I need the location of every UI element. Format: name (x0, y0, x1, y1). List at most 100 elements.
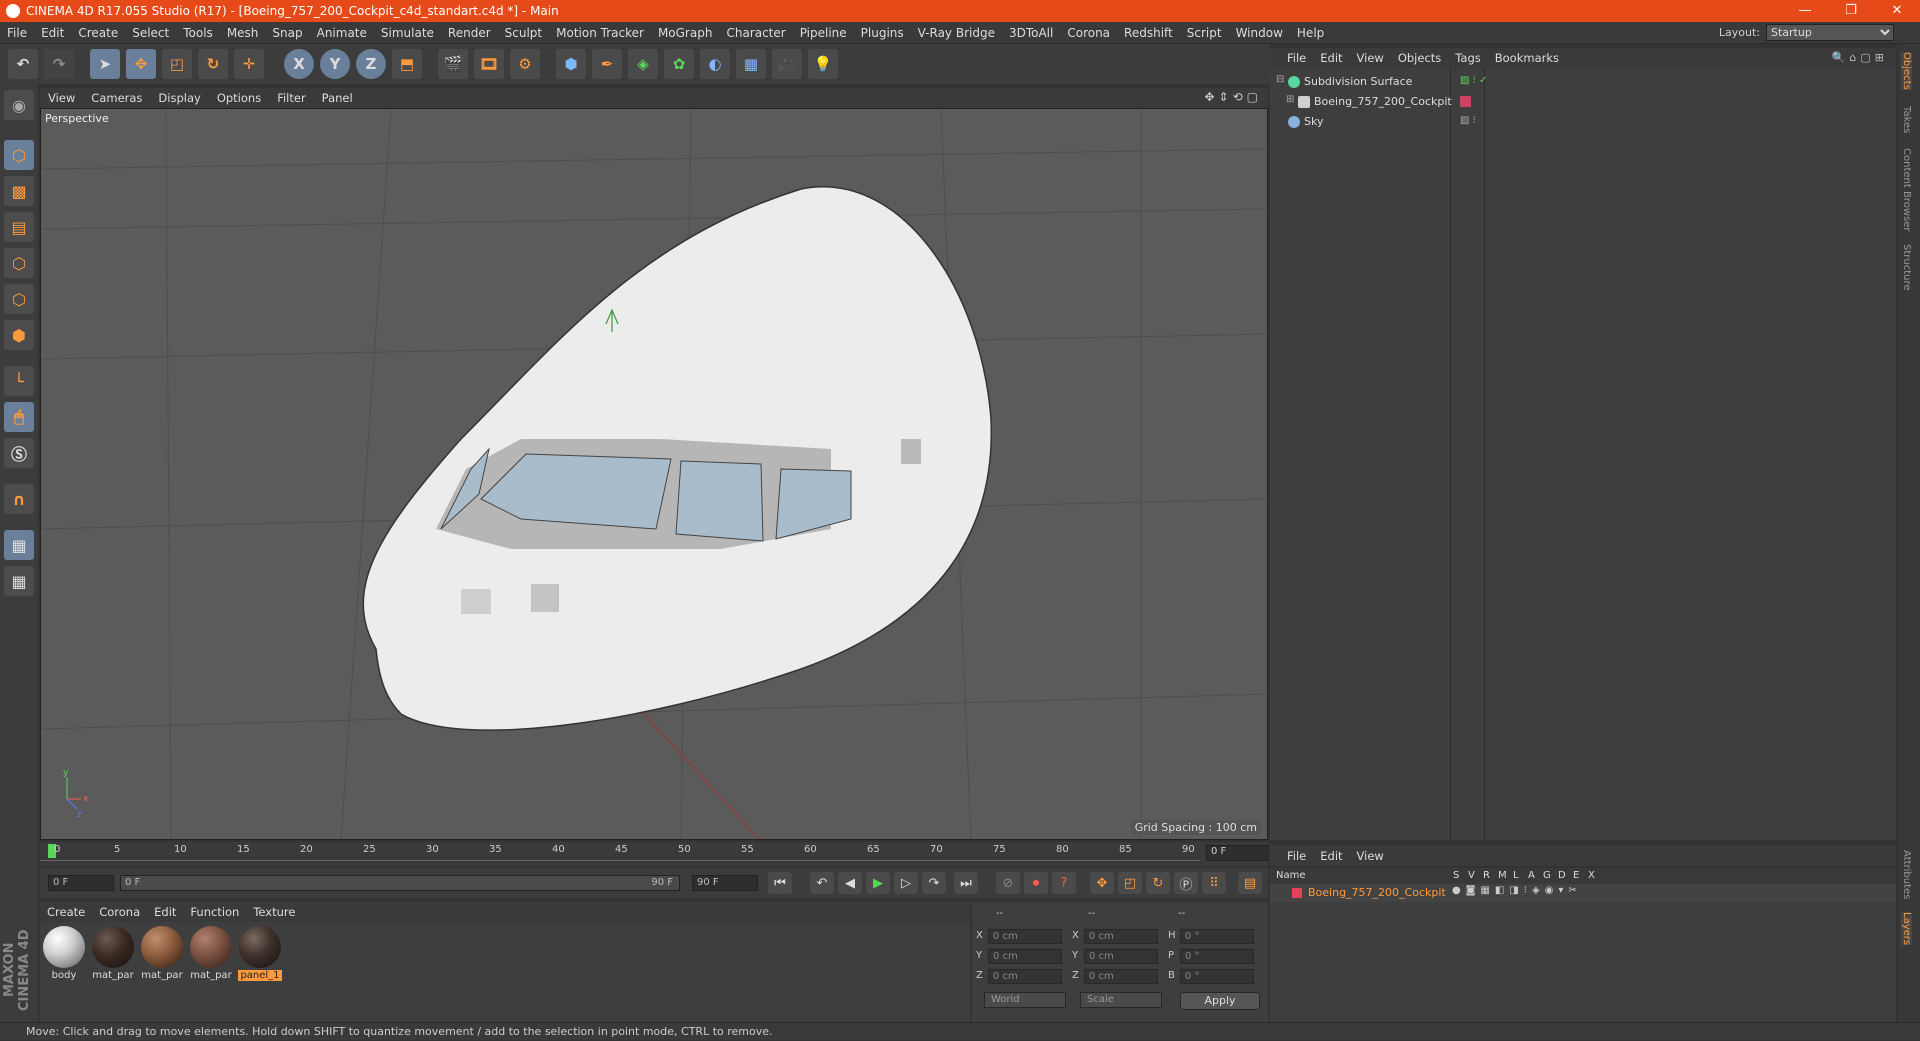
magnet-icon[interactable]: ∩ (4, 484, 34, 514)
deformer-icon[interactable]: ◐ (700, 49, 730, 79)
menu-motion-tracker[interactable]: Motion Tracker (549, 26, 651, 40)
object-menu-file[interactable]: File (1280, 51, 1313, 65)
tab-layers[interactable]: Layers (1901, 912, 1912, 946)
z-axis-lock-icon[interactable]: Z (356, 49, 386, 79)
menu-corona[interactable]: Corona (1060, 26, 1117, 40)
tab-takes[interactable]: Takes (1901, 106, 1912, 133)
key-pla-icon[interactable]: ⠿ (1202, 872, 1226, 894)
layer-toggle-icons[interactable]: ●◙▦◧◨⁝◈◉▾✂ (1452, 885, 1582, 896)
menu-select[interactable]: Select (125, 26, 176, 40)
menu-sculpt[interactable]: Sculpt (498, 26, 549, 40)
points-mode-icon[interactable]: ⬡ (4, 248, 34, 278)
cube-object-icon[interactable]: ⬢ (556, 49, 586, 79)
enabled-check-icon[interactable]: ▨ ⁝ ✓ (1460, 75, 1487, 86)
tab-content-browser[interactable]: Content Browser (1901, 148, 1912, 231)
visibility-dots-icon[interactable]: ▨ ⁝ (1460, 115, 1476, 126)
workplane-mode-icon[interactable]: ▤ (4, 212, 34, 242)
menu-create[interactable]: Create (71, 26, 125, 40)
current-frame-field[interactable]: 0 F (1206, 845, 1268, 861)
menu-mesh[interactable]: Mesh (220, 26, 266, 40)
rot-p-field[interactable]: 0 ° (1180, 949, 1254, 964)
menu-help[interactable]: Help (1290, 26, 1331, 40)
rot-h-field[interactable]: 0 ° (1180, 929, 1254, 944)
pos-z-field[interactable]: 0 cm (988, 969, 1062, 984)
planar-workplane-icon[interactable]: ▦ (4, 566, 34, 596)
range-slider[interactable]: 0 F 90 F (120, 875, 680, 891)
axis-mode-icon[interactable]: └ (4, 366, 34, 396)
material-menu-edit[interactable]: Edit (147, 905, 183, 919)
object-menu-objects[interactable]: Objects (1391, 51, 1448, 65)
end-frame-field[interactable]: 90 F (692, 875, 758, 891)
next-key-icon[interactable]: ↷ (922, 872, 946, 894)
pos-y-field[interactable]: 0 cm (988, 949, 1062, 964)
mograph-cloner-icon[interactable]: ✿ (664, 49, 694, 79)
previous-frame-icon[interactable]: ◀ (838, 872, 862, 894)
live-selection-icon[interactable]: ➤ (90, 49, 120, 79)
previous-key-icon[interactable]: ↶ (810, 872, 834, 894)
key-rotation-icon[interactable]: ↻ (1146, 872, 1170, 894)
key-scale-icon[interactable]: ◰ (1118, 872, 1142, 894)
layer-row[interactable]: Boeing_757_200_Cockpit ●◙▦◧◨⁝◈◉▾✂ (1270, 884, 1896, 902)
menu-3dtoall[interactable]: 3DToAll (1002, 26, 1060, 40)
record-keys-icon[interactable]: ⊘ (996, 872, 1020, 894)
coordinate-system-icon[interactable]: ⬒ (392, 49, 422, 79)
render-picture-viewer-icon[interactable]: 🎞 (474, 49, 504, 79)
material-menu-texture[interactable]: Texture (246, 905, 302, 919)
go-to-start-icon[interactable]: ⏮ (768, 872, 792, 894)
size-x-field[interactable]: 0 cm (1084, 929, 1158, 944)
snap-icon[interactable]: Ⓢ (4, 438, 34, 468)
render-view-icon[interactable]: 🎬 (438, 49, 468, 79)
floor-object-icon[interactable]: ▦ (736, 49, 766, 79)
menu-window[interactable]: Window (1229, 26, 1290, 40)
viewport-menu-panel[interactable]: Panel (314, 91, 361, 105)
menu-edit[interactable]: Edit (34, 26, 71, 40)
key-parameter-icon[interactable]: Ⓟ (1174, 872, 1198, 894)
timeline-ruler[interactable]: 0 5 10 15 20 25 30 35 40 45 50 55 60 65 … (40, 842, 1268, 866)
play-icon[interactable]: ▶ (866, 872, 890, 894)
layer-color-swatch[interactable] (1292, 888, 1302, 898)
material-item-selected[interactable]: panel_1 (238, 926, 282, 981)
move-tool-icon[interactable]: ✥ (126, 49, 156, 79)
expand-toggle-icon[interactable]: ⊞ (1286, 94, 1294, 105)
rotate-tool-icon[interactable]: ↻ (198, 49, 228, 79)
minimize-button[interactable]: — (1782, 0, 1828, 22)
pen-spline-icon[interactable]: ✒ (592, 49, 622, 79)
maximize-button[interactable]: ❐ (1828, 0, 1874, 22)
perspective-viewport[interactable]: y x z Perspective Grid Spacing : 100 cm (40, 108, 1268, 840)
material-item[interactable]: mat_par (140, 926, 184, 981)
object-menu-tags[interactable]: Tags (1448, 51, 1487, 65)
menu-character[interactable]: Character (719, 26, 792, 40)
material-item[interactable]: mat_par (189, 926, 233, 981)
viewport-menu-view[interactable]: View (40, 91, 83, 105)
menu-mograph[interactable]: MoGraph (651, 26, 720, 40)
menu-render[interactable]: Render (441, 26, 498, 40)
layout-select[interactable]: Startup (1766, 24, 1894, 41)
collapse-toggle-icon[interactable]: ⊟ (1276, 74, 1284, 85)
model-mode-icon[interactable]: ⬡ (4, 140, 34, 170)
menu-vray-bridge[interactable]: V-Ray Bridge (911, 26, 1002, 40)
menu-animate[interactable]: Animate (310, 26, 374, 40)
redo-icon[interactable]: ↷ (44, 49, 74, 79)
scale-tool-icon[interactable]: ◰ (162, 49, 192, 79)
make-editable-icon[interactable]: ◉ (4, 90, 34, 120)
y-axis-lock-icon[interactable]: Y (320, 49, 350, 79)
viewport-navigation-icons[interactable]: ✥⇕⟲▢ (1204, 90, 1262, 104)
menu-pipeline[interactable]: Pipeline (793, 26, 854, 40)
viewport-menu-cameras[interactable]: Cameras (83, 91, 150, 105)
tweak-mode-icon[interactable]: 🖱 (4, 402, 34, 432)
object-manager-search-icons[interactable]: 🔍⌂▢⊞ (1832, 51, 1888, 64)
keyframe-selection-icon[interactable]: ? (1052, 872, 1076, 894)
coordinate-mode-dropdown[interactable]: World (984, 992, 1066, 1008)
menu-redshift[interactable]: Redshift (1117, 26, 1180, 40)
undo-icon[interactable]: ↶ (8, 49, 38, 79)
menu-simulate[interactable]: Simulate (374, 26, 441, 40)
texture-mode-icon[interactable]: ▩ (4, 176, 34, 206)
close-button[interactable]: ✕ (1874, 0, 1920, 22)
size-z-field[interactable]: 0 cm (1084, 969, 1158, 984)
object-menu-bookmarks[interactable]: Bookmarks (1488, 51, 1566, 65)
polygons-mode-icon[interactable]: ⬢ (4, 320, 34, 350)
last-tool-icon[interactable]: ✛ (234, 49, 264, 79)
light-object-icon[interactable]: 💡 (808, 49, 838, 79)
tab-structure[interactable]: Structure (1901, 244, 1912, 291)
menu-file[interactable]: File (0, 26, 34, 40)
